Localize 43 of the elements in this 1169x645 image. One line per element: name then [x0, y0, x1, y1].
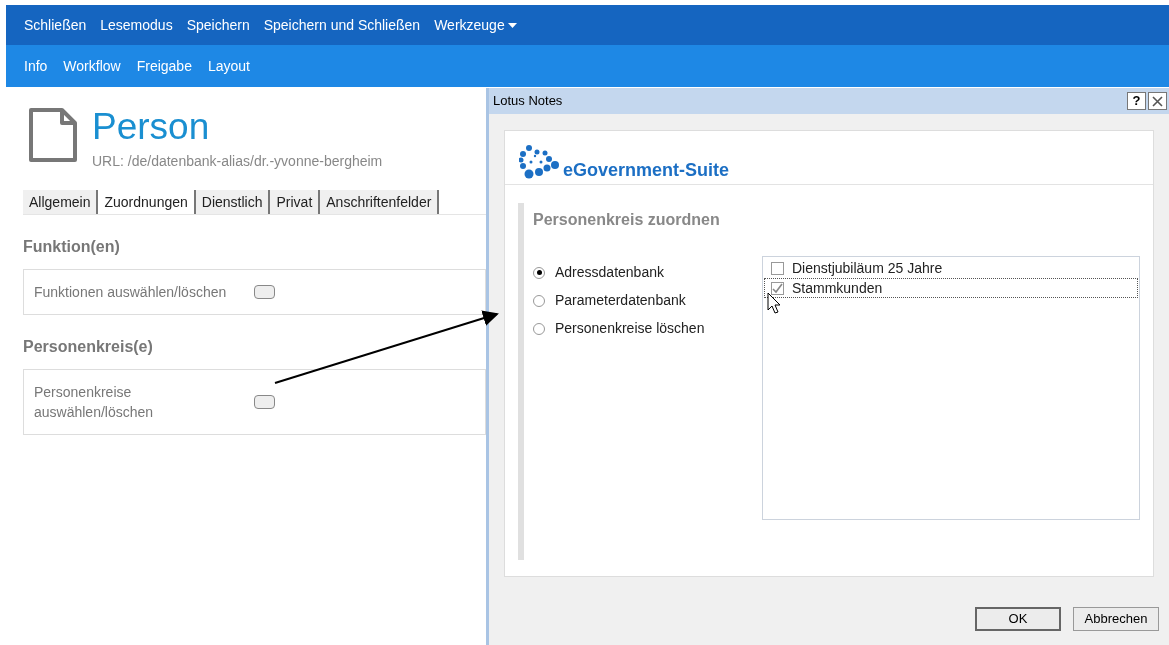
dialog-title: Lotus Notes — [493, 92, 563, 111]
checkbox[interactable] — [771, 281, 784, 295]
document-icon — [28, 107, 78, 163]
nav-link[interactable]: Freigabe — [136, 55, 192, 77]
checkbox[interactable] — [771, 261, 784, 275]
close-icon — [1152, 95, 1163, 107]
brand-name: eGovernment-Suite — [563, 160, 730, 180]
nav-link[interactable]: Workflow — [63, 55, 121, 77]
radio-option[interactable]: Personenkreise löschen — [533, 318, 762, 339]
section-heading: Personenkreis(e) — [23, 337, 154, 357]
radio-button[interactable] — [533, 322, 545, 335]
nav-link[interactable]: Info — [24, 55, 48, 77]
page-title: Person — [92, 107, 211, 147]
tab[interactable]: Privat — [270, 190, 321, 214]
mouse-cursor-icon — [767, 292, 781, 314]
logo-icon — [519, 144, 561, 180]
caret-icon — [507, 22, 517, 28]
section-heading: Funktion(en) — [23, 237, 121, 257]
url-text: URL: /de/datenbank-alias/dr.-yvonne-bergheim — [92, 152, 383, 171]
field-label: Funktionen auswählen/löschen — [34, 283, 228, 302]
tab[interactable]: Allgemein — [23, 190, 99, 214]
toggle-button[interactable] — [254, 395, 275, 409]
nav-link[interactable]: Layout — [207, 55, 250, 77]
list-item[interactable]: Dienstjubiläum 25 Jahre — [764, 258, 1138, 278]
radio-option[interactable]: Adressdatenbank — [533, 262, 762, 283]
dialog-heading: Personenkreis zuordnen — [533, 210, 721, 230]
menu-link[interactable]: Speichern — [186, 14, 250, 36]
menu-link[interactable]: Lesemodus — [100, 14, 173, 36]
menu-link[interactable]: Speichern und Schließen — [263, 14, 421, 36]
help-button[interactable]: ? — [1127, 92, 1146, 110]
dialog-button[interactable]: OK — [975, 607, 1061, 631]
radio-button[interactable] — [533, 266, 545, 279]
field-label: Personenkreise auswählen/löschen — [34, 383, 155, 422]
toggle-button[interactable] — [254, 285, 275, 299]
menu-link[interactable]: Schließen — [24, 14, 87, 36]
tab[interactable]: Anschriftenfelder — [320, 190, 440, 214]
tab[interactable]: Dienstlich — [195, 190, 271, 214]
radio-button[interactable] — [533, 294, 545, 307]
dialog-button[interactable]: Abbrechen — [1073, 607, 1159, 631]
list-item[interactable]: Stammkunden — [764, 278, 1138, 298]
close-button[interactable] — [1148, 92, 1167, 110]
menu-link[interactable]: Werkzeuge — [434, 14, 517, 36]
radio-option[interactable]: Parameterdatenbank — [533, 290, 762, 311]
